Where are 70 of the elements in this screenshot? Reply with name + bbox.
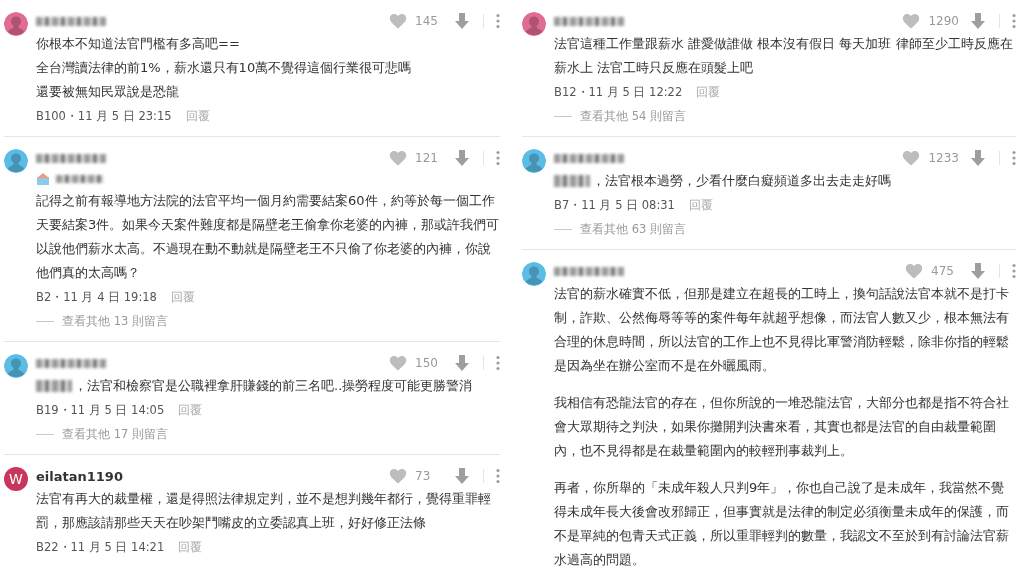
blurred-name bbox=[36, 358, 106, 368]
more-icon[interactable] bbox=[496, 468, 500, 484]
blurred-name bbox=[36, 153, 106, 163]
post-info: B100・11 月 5 日 23:15 bbox=[36, 108, 172, 124]
view-more-replies-link[interactable]: 查看其他 17 則留言 bbox=[62, 426, 168, 442]
reply-link[interactable]: 回覆 bbox=[170, 289, 195, 305]
blurred-name bbox=[554, 153, 624, 163]
like-count: 121 bbox=[415, 151, 439, 165]
heart-icon[interactable] bbox=[902, 13, 921, 29]
like-count: 73 bbox=[415, 469, 432, 483]
heart-icon[interactable] bbox=[389, 355, 407, 371]
post-info: B7・11 月 5 日 08:31 bbox=[554, 197, 675, 213]
more-icon[interactable] bbox=[496, 150, 500, 166]
heart-icon[interactable] bbox=[389, 13, 407, 29]
blurred-name bbox=[36, 16, 106, 26]
like-count: 1233 bbox=[928, 151, 959, 165]
comment-text: 記得之前有報導地方法院的法官平均一個月約需要結案60件，約等於每一個工作天要結案3件。如果今天案件難度都是隔壁老王偷拿你老婆的內褲，那或許我們可以說他們薪水太高。不過現在動不動就是隔壁老王不只偷了你老婆的內褲，你說他們真的太高嗎？ bbox=[36, 192, 500, 282]
comment-text: ，法官根本過勞，少看什麼白癡頻道多出去走走好嗎 bbox=[592, 172, 891, 190]
comment-text: 我相信有恐龍法官的存在，但你所說的一堆恐龍法官，大部分也都是指不符合社會大眾期待之判決，如果你攤開判決書來看，其實也都是法官的自由裁量範圍內，也不見得都是在裁量範圍內的較輕刑事裁判上。 bbox=[554, 394, 1010, 460]
like-count: 145 bbox=[415, 14, 439, 28]
reply-link[interactable]: 回覆 bbox=[688, 197, 713, 213]
view-more-replies-link[interactable]: 查看其他 13 則留言 bbox=[62, 313, 168, 329]
more-icon[interactable] bbox=[1012, 150, 1016, 166]
more-icon[interactable] bbox=[496, 355, 500, 371]
comment-text: ，法官和檢察官是公職裡拿肝賺錢的前三名吧..操勞程度可能更勝警消 bbox=[74, 377, 473, 395]
heart-icon[interactable] bbox=[389, 468, 407, 484]
post-info: B2・11 月 4 日 19:18 bbox=[36, 289, 157, 305]
more-icon[interactable] bbox=[1012, 263, 1016, 279]
avatar-icon[interactable] bbox=[4, 354, 28, 378]
down-arrow-icon[interactable] bbox=[971, 150, 985, 166]
down-arrow-icon[interactable] bbox=[455, 355, 469, 371]
heart-icon[interactable] bbox=[389, 150, 407, 166]
comment-text: 法官這種工作量跟薪水 誰愛做誰做 根本沒有假日 每天加班 律師至少工時反應在薪水上 法官工時只反應在頭髮上吧 bbox=[554, 35, 1014, 77]
comment-text: 全台灣讀法律的前1%，薪水還只有10萬不覺得這個行業很可悲嗎 bbox=[36, 59, 413, 77]
avatar-icon[interactable] bbox=[522, 262, 546, 286]
post-info: B19・11 月 5 日 14:05 bbox=[36, 402, 165, 418]
down-arrow-icon[interactable] bbox=[455, 150, 469, 166]
view-more-replies-link[interactable]: 查看其他 63 則留言 bbox=[580, 221, 686, 237]
comment-text: 還要被無知民眾說是恐龍 bbox=[36, 83, 180, 101]
down-arrow-icon[interactable] bbox=[971, 263, 985, 279]
avatar-icon[interactable] bbox=[4, 149, 28, 173]
down-arrow-icon[interactable] bbox=[971, 13, 985, 29]
avatar-icon[interactable] bbox=[4, 12, 28, 36]
reply-link[interactable]: 回覆 bbox=[178, 402, 203, 418]
more-icon[interactable] bbox=[1012, 13, 1016, 29]
blurred-name bbox=[554, 16, 624, 26]
avatar-icon[interactable] bbox=[522, 149, 546, 173]
like-count: 150 bbox=[415, 356, 439, 370]
down-arrow-icon[interactable] bbox=[455, 13, 469, 29]
like-count: 1290 bbox=[928, 14, 959, 28]
comment-text: 再者，你所舉的「未成年殺人只判9年」，你也自己說了是未成年，我當然不覺得未成年長大後會改邪歸正，但事實就是法律的制定必須衡量未成年的保護，而不是單純的包青天式正義，所以重罪輕判的數量，我認文不至於到有討論法官薪水過高的問題。 bbox=[554, 479, 1010, 569]
comment-text: 法官的薪水確實不低，但那是建立在超長的工時上，換句話說法官本就不是打卡制，詐欺、公然侮辱等等的案件每年就超乎想像，而法官人數又少，根本無法有合理的休息時間，所以法官的工作上也不見得比軍警消防輕鬆，除非你指的輕鬆是因為坐在辦公室而不是在外曬風雨。 bbox=[554, 285, 1010, 375]
reply-link[interactable]: 回覆 bbox=[185, 108, 210, 124]
heart-icon[interactable] bbox=[902, 150, 921, 166]
avatar[interactable]: W bbox=[4, 467, 28, 491]
reply-link[interactable]: 回覆 bbox=[178, 539, 203, 555]
like-count: 475 bbox=[931, 264, 955, 278]
comment-text: 法官有再大的裁量權，還是得照法律規定判，並不是想判幾年都行，覺得重罪輕罰，那應該請那些天天在吵架鬥嘴皮的立委認真上班，好好修正法條 bbox=[36, 490, 492, 532]
more-icon[interactable] bbox=[496, 13, 500, 29]
avatar-icon[interactable] bbox=[522, 12, 546, 36]
heart-icon[interactable] bbox=[905, 263, 923, 279]
post-info: B12・11 月 5 日 12:22 bbox=[554, 84, 683, 100]
reply-link[interactable]: 回覆 bbox=[696, 84, 721, 100]
username[interactable]: eilatan1190 bbox=[36, 468, 123, 484]
comment-text: 你根本不知道法官門檻有多高吧== bbox=[36, 35, 241, 53]
down-arrow-icon[interactable] bbox=[455, 468, 469, 484]
view-more-replies-link[interactable]: 查看其他 54 則留言 bbox=[580, 108, 686, 124]
badge-icon bbox=[36, 172, 50, 186]
post-info: B22・11 月 5 日 14:21 bbox=[36, 539, 165, 555]
blurred-name bbox=[554, 266, 624, 276]
